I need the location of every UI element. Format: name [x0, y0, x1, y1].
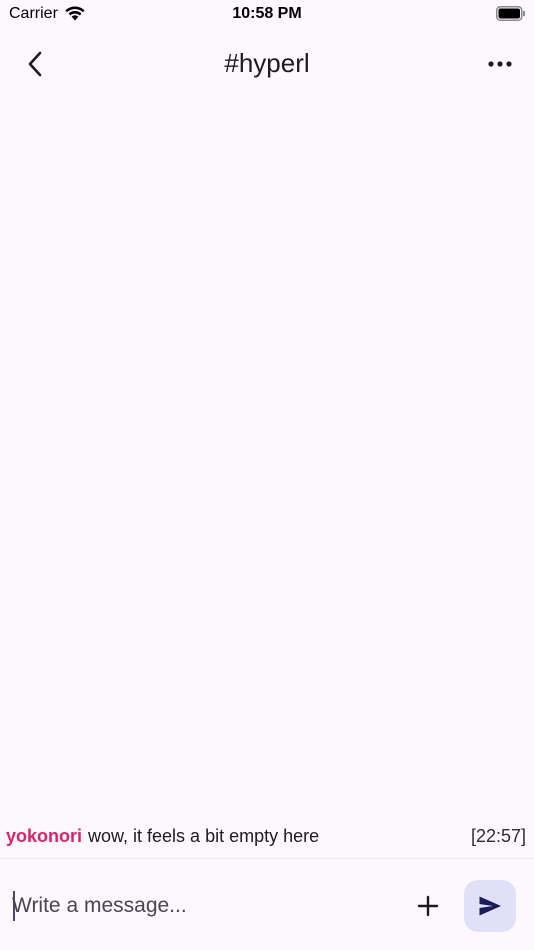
- send-icon: [479, 896, 501, 916]
- message-timestamp: [22:57]: [470, 826, 526, 846]
- chat-screen: Carrier 10:58 PM #hyperl yokonori wow, i…: [0, 0, 534, 950]
- add-attachment-button[interactable]: [406, 884, 450, 928]
- composer-divider: [0, 858, 534, 859]
- more-horizontal-icon: [488, 61, 512, 67]
- message-row: yokonori wow, it feels a bit empty here […: [0, 822, 534, 850]
- plus-icon: [417, 895, 439, 917]
- status-bar: Carrier 10:58 PM: [0, 0, 534, 28]
- message-username[interactable]: yokonori: [6, 826, 82, 846]
- battery-icon: [496, 6, 525, 21]
- message-body: yokonori wow, it feels a bit empty here: [6, 826, 319, 847]
- send-button[interactable]: [464, 880, 516, 932]
- message-composer: [0, 860, 534, 950]
- message-text: wow, it feels a bit empty here: [88, 826, 320, 846]
- message-list: yokonori wow, it feels a bit empty here […: [0, 98, 534, 858]
- message-input[interactable]: [12, 888, 392, 924]
- status-time: 10:58 PM: [232, 5, 302, 22]
- channel-title: #hyperl: [224, 48, 310, 78]
- more-options-button[interactable]: [478, 42, 522, 86]
- app-bar: #hyperl: [0, 28, 534, 98]
